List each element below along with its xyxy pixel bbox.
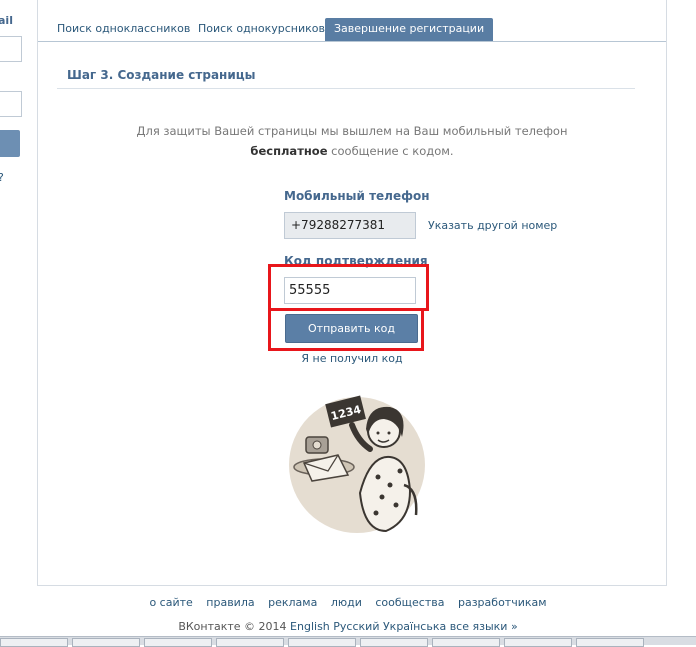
- footer-bottom: ВКонтакте © 2014 English Русский Українс…: [0, 620, 696, 633]
- code-label: Код подтверждения: [284, 254, 428, 268]
- info-rest: сообщение с кодом.: [327, 144, 454, 158]
- woman-with-phone-illustration: 1234: [286, 385, 428, 537]
- footer-link-rules[interactable]: правила: [206, 596, 254, 609]
- taskbar-item[interactable]: [432, 638, 500, 647]
- left-sidebar-fragment: ail ?: [0, 0, 24, 200]
- step-header: Шаг 3. Создание страницы: [57, 60, 635, 89]
- info-text-line1: Для защиты Вашей страницы мы вышлем на В…: [136, 124, 568, 138]
- lang-english[interactable]: English: [290, 620, 330, 633]
- tabs-bar: Поиск одноклассников Поиск однокурсников…: [38, 0, 666, 42]
- confirmation-code-input[interactable]: 55555: [284, 277, 416, 304]
- phone-input[interactable]: +79288277381: [284, 212, 416, 239]
- login-button[interactable]: [0, 130, 20, 157]
- registration-panel: Поиск одноклассников Поиск однокурсников…: [37, 0, 667, 586]
- change-number-link[interactable]: Указать другой номер: [428, 219, 557, 232]
- info-text-line2: бесплатное сообщение с кодом.: [38, 144, 666, 158]
- lang-ukrainian[interactable]: Українська: [383, 620, 446, 633]
- forgot-password-link[interactable]: ?: [0, 171, 4, 184]
- tab-search-classmates[interactable]: Поиск одноклассников: [48, 18, 199, 40]
- footer-link-ads[interactable]: реклама: [268, 596, 317, 609]
- step-title: Шаг 3. Создание страницы: [67, 68, 256, 82]
- taskbar-item[interactable]: [72, 638, 140, 647]
- info-bold-word: бесплатное: [250, 144, 328, 158]
- footer-link-about[interactable]: о сайте: [149, 596, 192, 609]
- taskbar-item[interactable]: [216, 638, 284, 647]
- lang-russian[interactable]: Русский: [333, 620, 379, 633]
- copyright-text: ВКонтакте © 2014: [178, 620, 287, 633]
- login-password-input[interactable]: [0, 91, 22, 117]
- taskbar-item[interactable]: [504, 638, 572, 647]
- tab-search-coursemates[interactable]: Поиск однокурсников: [189, 18, 334, 40]
- taskbar-item[interactable]: [144, 638, 212, 647]
- code-not-received-link[interactable]: Я не получил код: [38, 352, 666, 365]
- lang-all[interactable]: все языки »: [450, 620, 518, 633]
- taskbar-item[interactable]: [360, 638, 428, 647]
- footer-link-people[interactable]: люди: [331, 596, 362, 609]
- phone-label: Мобильный телефон: [284, 189, 430, 203]
- footer-link-communities[interactable]: сообщества: [375, 596, 444, 609]
- send-code-button[interactable]: Отправить код: [285, 314, 418, 343]
- footer-links: о сайте правила реклама люди сообщества …: [0, 596, 696, 609]
- footer-link-developers[interactable]: разработчикам: [458, 596, 547, 609]
- taskbar-item[interactable]: [576, 638, 644, 647]
- login-email-input[interactable]: [0, 36, 22, 62]
- tab-finish-registration[interactable]: Завершение регистрации: [325, 18, 494, 41]
- taskbar-item[interactable]: [288, 638, 356, 647]
- taskbar-item[interactable]: [0, 638, 68, 647]
- email-label: ail: [0, 14, 13, 27]
